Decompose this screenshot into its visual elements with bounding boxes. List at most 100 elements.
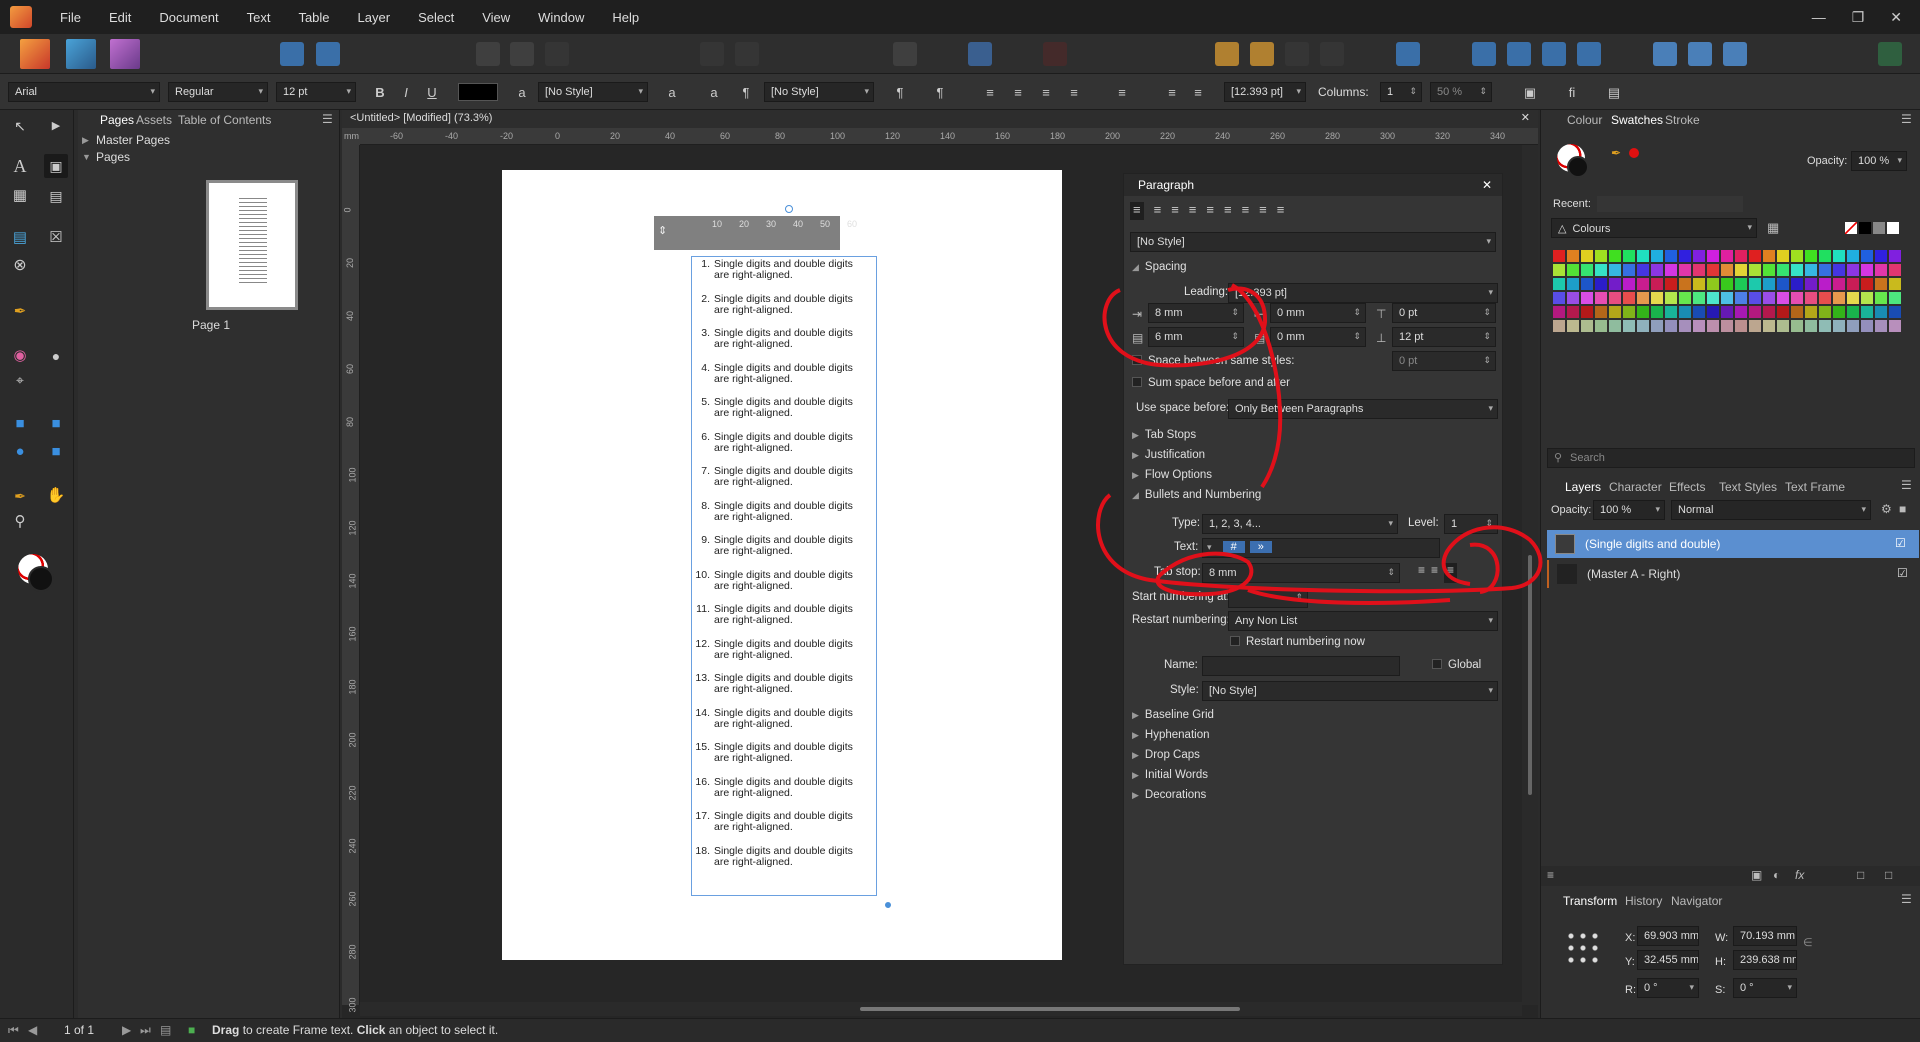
- colour-swatch[interactable]: [1819, 278, 1831, 290]
- colour-swatch[interactable]: [1763, 306, 1775, 318]
- colour-swatch[interactable]: [1875, 250, 1887, 262]
- colour-swatch[interactable]: [1861, 320, 1873, 332]
- fill-tool-icon[interactable]: ◉: [8, 344, 32, 368]
- character-style-select[interactable]: [No Style] ▾: [538, 82, 648, 102]
- colour-swatch[interactable]: [1875, 306, 1887, 318]
- justify-right-icon[interactable]: ≡: [1224, 202, 1232, 220]
- align-left-icon[interactable]: [1396, 42, 1420, 66]
- restart-now-row[interactable]: Restart numbering now: [1230, 636, 1365, 648]
- colour-swatch[interactable]: [1833, 292, 1845, 304]
- colour-swatch[interactable]: [1861, 278, 1873, 290]
- number-align-left-icon[interactable]: ≡: [1418, 563, 1425, 583]
- colour-swatch[interactable]: [1553, 250, 1565, 262]
- colour-swatch[interactable]: [1595, 306, 1607, 318]
- publisher-persona-icon[interactable]: [20, 39, 50, 69]
- tab-text-styles[interactable]: Text Styles: [1719, 480, 1777, 494]
- photo-persona-icon[interactable]: [110, 39, 140, 69]
- colour-swatch[interactable]: [1707, 278, 1719, 290]
- colour-swatch[interactable]: [1819, 250, 1831, 262]
- colour-swatch[interactable]: [1581, 306, 1593, 318]
- expand-pages-icon[interactable]: ▼: [82, 152, 91, 162]
- layer-settings-icon[interactable]: ⚙: [1881, 502, 1892, 516]
- colour-swatch[interactable]: [1609, 264, 1621, 276]
- layer-visibility-checkbox[interactable]: ☑: [1895, 536, 1906, 550]
- colour-picker-tool-icon[interactable]: ✒: [8, 484, 32, 508]
- align-right-icon[interactable]: ≡: [1171, 202, 1179, 220]
- colour-swatch[interactable]: [1805, 250, 1817, 262]
- paragraph-style-select[interactable]: [No Style] ▾: [764, 82, 874, 102]
- number-align-right-icon[interactable]: ≡: [1444, 563, 1458, 583]
- preflight-icon[interactable]: [316, 42, 340, 66]
- shapes-tool-icon[interactable]: ■: [44, 440, 68, 464]
- character-style-options-icon[interactable]: a: [662, 83, 682, 103]
- colour-swatch[interactable]: [1553, 292, 1565, 304]
- layers-stack-icon[interactable]: ≡: [1547, 868, 1554, 882]
- justify-text-icon[interactable]: ≡: [1064, 83, 1084, 103]
- colour-swatch[interactable]: [1791, 320, 1803, 332]
- flip-horizontal-icon[interactable]: [1472, 42, 1496, 66]
- menu-help[interactable]: Help: [598, 10, 653, 25]
- colour-swatch[interactable]: [1763, 264, 1775, 276]
- tab-history[interactable]: History: [1625, 894, 1662, 908]
- first-page-icon[interactable]: ⏮: [8, 1023, 19, 1038]
- colour-swatch[interactable]: [1651, 250, 1663, 262]
- bullet-list-icon[interactable]: ≡: [1162, 83, 1182, 103]
- colour-swatch[interactable]: [1637, 306, 1649, 318]
- colour-swatch[interactable]: [1819, 320, 1831, 332]
- colour-swatch[interactable]: [1735, 250, 1747, 262]
- colour-swatch[interactable]: [1623, 320, 1635, 332]
- rotation-handle[interactable]: [785, 205, 793, 213]
- colour-swatch[interactable]: [1875, 292, 1887, 304]
- colour-swatch[interactable]: [1861, 250, 1873, 262]
- colour-swatch[interactable]: [1665, 320, 1677, 332]
- colour-swatch[interactable]: [1833, 320, 1845, 332]
- swatches-panel-menu-icon[interactable]: ☰: [1901, 112, 1912, 126]
- global-checkbox[interactable]: [1432, 659, 1442, 669]
- colour-swatch[interactable]: [1749, 264, 1761, 276]
- colour-swatch[interactable]: [1721, 292, 1733, 304]
- colour-swatch[interactable]: [1623, 264, 1635, 276]
- colour-swatch[interactable]: [1763, 250, 1775, 262]
- colour-swatch[interactable]: [1833, 250, 1845, 262]
- adjustment-icon[interactable]: ◐: [1773, 868, 1780, 882]
- colour-swatch[interactable]: [1693, 250, 1705, 262]
- document-page[interactable]: 10 20 30 40 50 60 ⇕ 1. Single digits and doubl…: [502, 170, 1062, 960]
- colour-swatch[interactable]: [1637, 278, 1649, 290]
- baseline-grid-icon[interactable]: [968, 42, 992, 66]
- paragraph-panel-header[interactable]: Paragraph ✕: [1124, 174, 1502, 196]
- colour-swatch[interactable]: [1679, 306, 1691, 318]
- vertical-scrollbar[interactable]: [1522, 145, 1538, 1005]
- palette-options-icon[interactable]: ▦: [1767, 220, 1779, 236]
- tab-stop-field[interactable]: 8 mm ⇕: [1202, 563, 1400, 583]
- palette-dropdown[interactable]: △ Colours ▾: [1551, 218, 1757, 238]
- ellipse-tool-icon[interactable]: ●: [8, 440, 32, 464]
- paragraph-style-options-icon[interactable]: ¶: [890, 83, 910, 103]
- grey-swatch[interactable]: [1873, 222, 1885, 234]
- arrange-front-icon[interactable]: [1250, 42, 1274, 66]
- y-field[interactable]: 32.455 mm: [1637, 950, 1699, 970]
- sum-space-checkbox[interactable]: [1132, 377, 1142, 387]
- colour-swatch[interactable]: [1609, 292, 1621, 304]
- colour-swatch[interactable]: [1791, 250, 1803, 262]
- rotation-field[interactable]: 0 ° ▾: [1637, 978, 1699, 998]
- leading-field[interactable]: [12.393 pt] ▾: [1228, 283, 1498, 303]
- colour-swatch[interactable]: [1749, 306, 1761, 318]
- move-tool-icon[interactable]: ↖: [8, 114, 32, 138]
- expand-tools-icon[interactable]: ▶: [44, 114, 68, 138]
- zoom-tool-icon[interactable]: ⚲: [8, 510, 32, 534]
- snapping-icon[interactable]: [1043, 42, 1067, 66]
- bold-button[interactable]: B: [370, 83, 390, 103]
- align-left-icon[interactable]: ≡: [1130, 202, 1144, 220]
- crop-tool-icon[interactable]: ⌖: [8, 368, 32, 392]
- colour-swatch[interactable]: [1791, 264, 1803, 276]
- colour-swatch[interactable]: [1889, 250, 1901, 262]
- colour-swatch[interactable]: [1651, 264, 1663, 276]
- sum-space-row[interactable]: Sum space before and after: [1132, 377, 1290, 389]
- show-special-chars-icon[interactable]: ¶: [930, 83, 950, 103]
- pages-label[interactable]: Pages: [96, 150, 130, 164]
- colour-swatch[interactable]: [1861, 292, 1873, 304]
- colour-swatch[interactable]: [1707, 250, 1719, 262]
- menu-window[interactable]: Window: [524, 10, 598, 25]
- frame-overflow-handle[interactable]: [885, 902, 891, 908]
- align-center-icon[interactable]: ≡: [1154, 202, 1162, 220]
